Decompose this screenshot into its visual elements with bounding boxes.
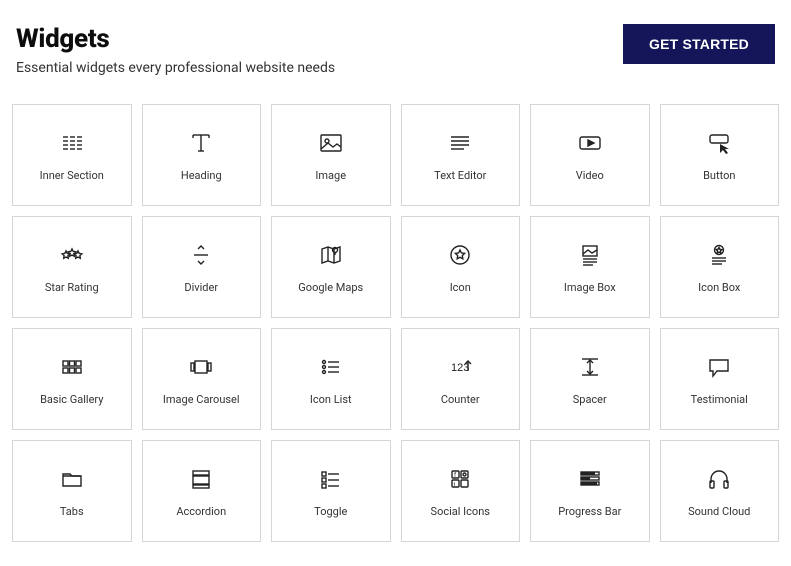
widget-toggle[interactable]: Toggle (271, 440, 391, 542)
widget-spacer[interactable]: Spacer (530, 328, 650, 430)
widget-label: Text Editor (434, 169, 486, 182)
widgets-grid: Inner Section Heading Image Text Editor … (12, 104, 779, 542)
page-subtitle: Essential widgets every professional web… (16, 60, 335, 76)
speech-bubble-icon (705, 353, 733, 381)
widget-heading[interactable]: Heading (142, 104, 262, 206)
star-text-icon (705, 241, 733, 269)
widget-label: Tabs (60, 505, 84, 518)
widget-label: Icon (450, 281, 471, 294)
video-icon (576, 129, 604, 157)
columns-icon (58, 129, 86, 157)
get-started-button[interactable]: GET STARTED (623, 24, 775, 64)
list-icon (317, 353, 345, 381)
widget-sound-cloud[interactable]: Sound Cloud (660, 440, 780, 542)
widget-google-maps[interactable]: Google Maps (271, 216, 391, 318)
spacer-icon (576, 353, 604, 381)
divider-icon (187, 241, 215, 269)
map-pin-icon (317, 241, 345, 269)
widget-progress-bar[interactable]: Progress Bar (530, 440, 650, 542)
widget-divider[interactable]: Divider (142, 216, 262, 318)
headphones-icon (705, 465, 733, 493)
widget-button[interactable]: Button (660, 104, 780, 206)
widget-image-box[interactable]: Image Box (530, 216, 650, 318)
widget-label: Inner Section (40, 169, 104, 182)
widget-icon[interactable]: Icon (401, 216, 521, 318)
widget-counter[interactable]: 123 Counter (401, 328, 521, 430)
page-title: Widgets (16, 24, 335, 54)
header-text-group: Widgets Essential widgets every professi… (16, 24, 335, 76)
widget-label: Icon Box (698, 281, 740, 294)
widget-star-rating[interactable]: Star Rating (12, 216, 132, 318)
widget-label: Basic Gallery (40, 393, 103, 406)
widget-icon-box[interactable]: Icon Box (660, 216, 780, 318)
heading-icon (187, 129, 215, 157)
toggle-list-icon (317, 465, 345, 493)
widget-tabs[interactable]: Tabs (12, 440, 132, 542)
image-text-icon (576, 241, 604, 269)
carousel-icon (187, 353, 215, 381)
widget-image-carousel[interactable]: Image Carousel (142, 328, 262, 430)
widget-label: Image (315, 169, 346, 182)
widget-icon-list[interactable]: Icon List (271, 328, 391, 430)
social-grid-icon: ft (446, 465, 474, 493)
text-lines-icon (446, 129, 474, 157)
star-circle-icon (446, 241, 474, 269)
widget-basic-gallery[interactable]: Basic Gallery (12, 328, 132, 430)
widget-label: Counter (441, 393, 480, 406)
widget-label: Image Carousel (163, 393, 240, 406)
widget-label: Icon List (310, 393, 352, 406)
image-icon (317, 129, 345, 157)
widget-label: Divider (184, 281, 218, 294)
progress-bars-icon (576, 465, 604, 493)
widget-social-icons[interactable]: ft Social Icons (401, 440, 521, 542)
widget-label: Toggle (314, 505, 347, 518)
widget-text-editor[interactable]: Text Editor (401, 104, 521, 206)
widget-accordion[interactable]: Accordion (142, 440, 262, 542)
page-header: Widgets Essential widgets every professi… (12, 24, 779, 76)
widget-inner-section[interactable]: Inner Section (12, 104, 132, 206)
widget-label: Star Rating (45, 281, 99, 294)
widget-label: Google Maps (298, 281, 363, 294)
counter-icon: 123 (446, 353, 474, 381)
accordion-icon (187, 465, 215, 493)
stars-icon (58, 241, 86, 269)
widget-video[interactable]: Video (530, 104, 650, 206)
widget-label: Accordion (176, 505, 226, 518)
widget-label: Sound Cloud (688, 505, 750, 518)
widget-label: Image Box (564, 281, 616, 294)
widget-label: Spacer (573, 393, 607, 406)
widget-label: Heading (181, 169, 222, 182)
widget-testimonial[interactable]: Testimonial (660, 328, 780, 430)
widget-label: Social Icons (431, 505, 490, 518)
widget-label: Progress Bar (558, 505, 621, 518)
svg-text:123: 123 (451, 362, 469, 374)
folder-icon (58, 465, 86, 493)
grid-icon (58, 353, 86, 381)
button-cursor-icon (705, 129, 733, 157)
widget-label: Video (576, 169, 604, 182)
widget-image[interactable]: Image (271, 104, 391, 206)
widget-label: Button (703, 169, 735, 182)
widget-label: Testimonial (691, 393, 748, 406)
